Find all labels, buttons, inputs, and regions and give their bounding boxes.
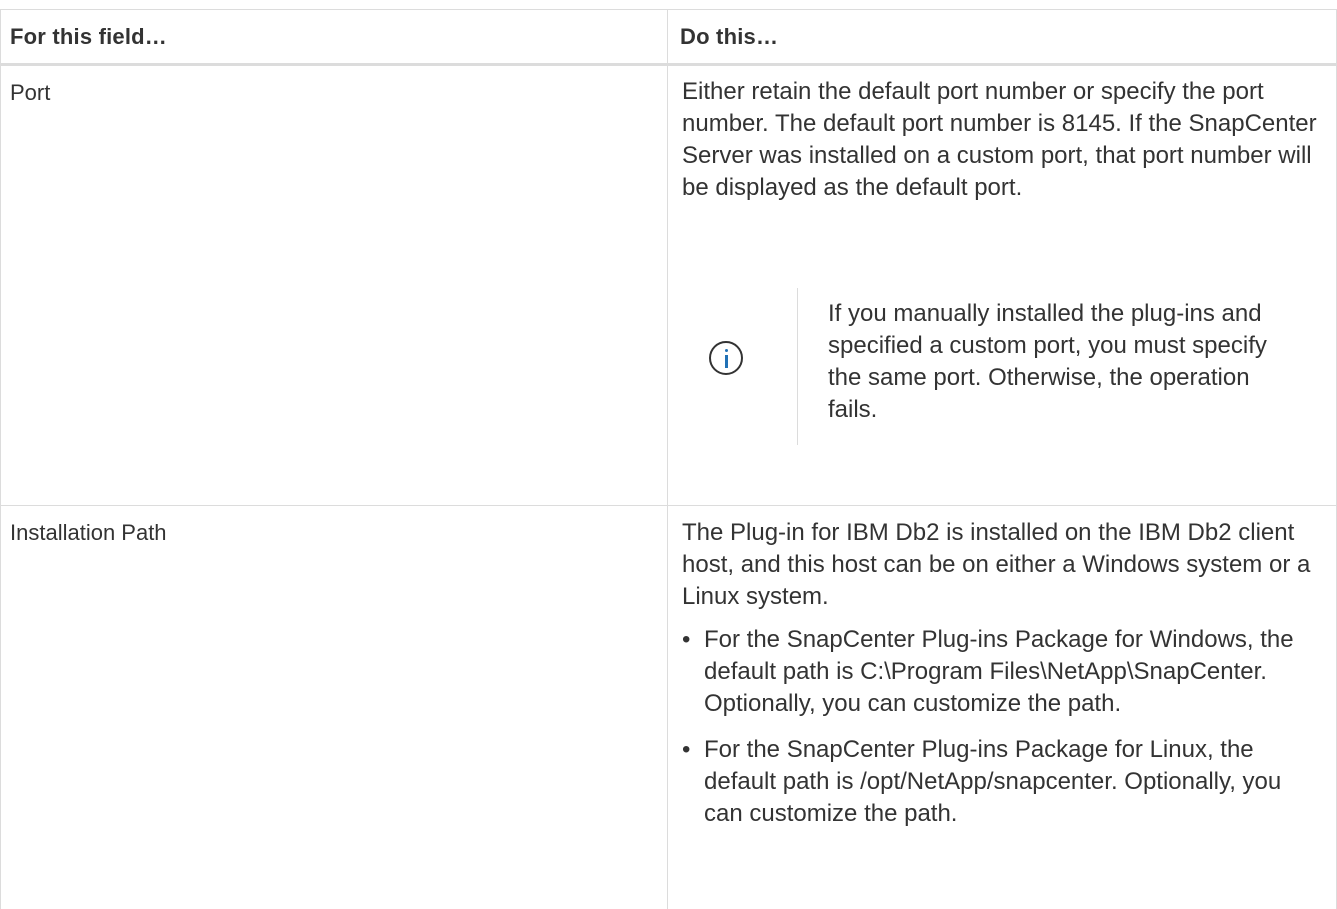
- row-port-label: Port: [10, 80, 51, 105]
- row-installation-path-description: The Plug-in for IBM Db2 is installed on …: [682, 519, 1311, 610]
- field-table: For this field… Do this… Port Either ret…: [0, 9, 1337, 909]
- table-header-row: For this field… Do this…: [1, 10, 1336, 66]
- info-icon-stem: [725, 355, 728, 368]
- list-item: For the SnapCenter Plug-ins Package for …: [682, 624, 1322, 720]
- info-icon: [709, 341, 743, 375]
- admonition-note: If you manually installed the plug-ins a…: [682, 278, 1322, 448]
- admonition-text: If you manually installed the plug-ins a…: [828, 300, 1267, 423]
- header-field: For this field…: [10, 24, 167, 49]
- header-action: Do this…: [680, 24, 779, 49]
- column-divider: [667, 10, 668, 909]
- row-port-description: Either retain the default port number or…: [682, 78, 1317, 201]
- row-installation-path-label: Installation Path: [10, 520, 167, 545]
- installation-path-bullets: For the SnapCenter Plug-ins Package for …: [682, 624, 1322, 830]
- list-item: For the SnapCenter Plug-ins Package for …: [682, 734, 1322, 830]
- admonition-divider: [797, 288, 798, 445]
- row-divider: [1, 505, 1336, 506]
- info-icon-dot: [725, 349, 728, 352]
